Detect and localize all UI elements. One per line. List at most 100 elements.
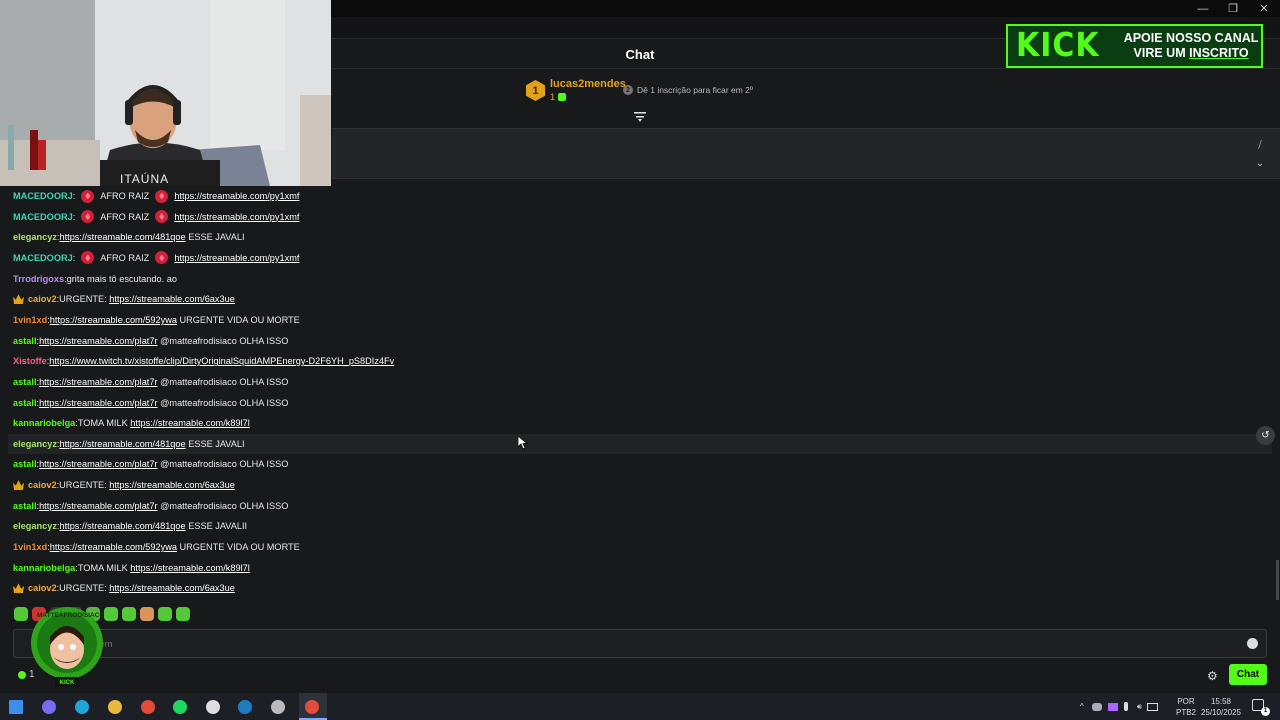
crown-badge-icon (13, 294, 24, 305)
chat-message: astall: https://streamable.com/plat7r @m… (8, 331, 1272, 351)
github-icon[interactable] (203, 697, 223, 717)
message-username[interactable]: astall (13, 372, 37, 392)
emote-icon[interactable] (176, 607, 190, 621)
message-username[interactable]: MACEDOORJ (13, 248, 73, 268)
chat-input-box (13, 629, 1267, 658)
copilot-icon[interactable] (39, 697, 59, 717)
chat-message: caiov2: URGENTE: https://streamable.com/… (8, 578, 1272, 598)
message-username[interactable]: Trrodrigoxs (13, 269, 64, 289)
message-username[interactable]: elegancyz (13, 516, 57, 536)
chat-message-input[interactable] (94, 636, 1194, 652)
discord-tray-icon[interactable] (1091, 702, 1102, 711)
chat-message: Trrodrigoxs: grita mais tô escutando. ao (8, 269, 1272, 289)
spotify-glyph (173, 700, 187, 714)
message-username[interactable]: kannariobelga (13, 558, 75, 578)
chrome-glyph (141, 700, 155, 714)
chat-message: elegancyz: https://streamable.com/481qoe… (8, 227, 1272, 247)
chrome-active-icon[interactable] (302, 697, 322, 717)
message-link[interactable]: https://streamable.com/plat7r (39, 372, 157, 392)
hide-pinned-icon[interactable]: ⧸ (1254, 137, 1266, 155)
message-link[interactable]: https://streamable.com/k89l7l (130, 413, 250, 433)
obs-icon[interactable] (268, 697, 288, 717)
webcam-feed-image (0, 0, 331, 186)
steam-icon[interactable] (235, 697, 255, 717)
message-username[interactable]: elegancyz (13, 227, 57, 247)
microphone-tray-icon[interactable] (1123, 702, 1128, 711)
message-link[interactable]: https://streamable.com/592ywa (50, 310, 177, 330)
emote-icon[interactable] (122, 607, 136, 621)
banner-line-2-emphasis: INSCRITO (1189, 46, 1249, 60)
minimize-icon[interactable]: — (1188, 0, 1218, 17)
chat-message: elegancyz: https://streamable.com/481qoe… (8, 516, 1272, 536)
pinned-controls: ⧸ ⌄ (1254, 137, 1266, 173)
message-link[interactable]: https://streamable.com/6ax3ue (109, 475, 235, 495)
emote-icon[interactable] (104, 607, 118, 621)
spotify-icon[interactable] (170, 697, 190, 717)
message-username[interactable]: elegancyz (13, 434, 57, 454)
message-username[interactable]: caiov2 (28, 578, 57, 598)
edge-icon[interactable] (72, 697, 92, 717)
message-link[interactable]: https://streamable.com/plat7r (39, 393, 157, 413)
message-username[interactable]: MACEDOORJ (13, 207, 73, 227)
message-link[interactable]: https://streamable.com/592ywa (50, 537, 177, 557)
channel-points[interactable]: 1 (18, 669, 35, 680)
emoji-picker-icon[interactable] (1247, 638, 1258, 649)
chat-message: elegancyz: https://streamable.com/481qoe… (8, 433, 1272, 454)
file-explorer-icon[interactable] (105, 697, 125, 717)
scrollbar[interactable] (1276, 560, 1279, 600)
message-link[interactable]: https://streamable.com/6ax3ue (109, 578, 235, 598)
message-link[interactable]: https://streamable.com/6ax3ue (109, 289, 235, 309)
message-username[interactable]: astall (13, 331, 37, 351)
settings-gear-icon[interactable]: ⚙ (1207, 670, 1219, 682)
banner-text: APOIE NOSSO CANAL VIRE UM INSCRITO (1124, 31, 1259, 61)
message-text: @matteafrodisiaco OLHA ISSO (157, 376, 289, 387)
emote-icon[interactable] (14, 607, 28, 621)
message-link[interactable]: https://streamable.com/k89l7l (130, 558, 250, 578)
chat-message: 1vin1xd: https://streamable.com/592ywa U… (8, 310, 1272, 330)
notification-badge: 1 (1261, 707, 1270, 716)
close-icon[interactable]: ✕ (1249, 0, 1279, 17)
message-link[interactable]: https://streamable.com/481qoe (59, 434, 185, 454)
message-link[interactable]: https://www.twitch.tv/xistoffe/clip/Dirt… (49, 351, 394, 371)
send-chat-button[interactable]: Chat (1229, 664, 1267, 685)
message-username[interactable]: Xistoffe (13, 351, 47, 371)
obs-glyph (271, 700, 285, 714)
chrome-icon[interactable] (138, 697, 158, 717)
expand-pinned-icon[interactable]: ⌄ (1254, 155, 1266, 173)
restore-icon[interactable]: ❐ (1218, 0, 1248, 17)
message-username[interactable]: astall (13, 454, 37, 474)
clock[interactable]: 15:58 25/10/2025 (1196, 696, 1246, 718)
message-username[interactable]: caiov2 (28, 289, 57, 309)
message-link[interactable]: https://streamable.com/py1xmf (174, 186, 299, 206)
emote-icon[interactable] (140, 607, 154, 621)
message-username[interactable]: kannariobelga (13, 413, 75, 433)
message-link[interactable]: https://streamable.com/481qoe (59, 516, 185, 536)
chat-message: kannariobelga: TOMA MILK https://streama… (8, 558, 1272, 578)
message-username[interactable]: caiov2 (28, 475, 57, 495)
leaderboard-username[interactable]: lucas2mendes (550, 78, 626, 90)
message-username[interactable]: astall (13, 496, 37, 516)
gem-emote-icon (81, 189, 95, 203)
message-link[interactable]: https://streamable.com/plat7r (39, 331, 157, 351)
message-link[interactable]: https://streamable.com/plat7r (39, 496, 157, 516)
scroll-resume-button[interactable]: ↺ (1256, 426, 1275, 445)
message-link[interactable]: https://streamable.com/481qoe (59, 227, 185, 247)
message-username[interactable]: astall (13, 393, 37, 413)
start-icon[interactable] (6, 697, 26, 717)
message-text: URGENTE: (59, 583, 110, 594)
message-link[interactable]: https://streamable.com/py1xmf (174, 248, 299, 268)
message-link[interactable]: https://streamable.com/plat7r (39, 454, 157, 474)
emote-icon[interactable] (158, 607, 172, 621)
network-tray-icon[interactable] (1146, 702, 1158, 711)
pen-tray-icon[interactable] (1107, 702, 1118, 711)
tray-overflow-icon[interactable]: ^ (1080, 702, 1084, 711)
clock-time: 15:58 (1210, 697, 1232, 706)
volume-tray-icon[interactable]: 🔊︎ (1137, 702, 1142, 712)
filter-icon[interactable] (634, 112, 646, 122)
message-username[interactable]: 1vin1xd (13, 310, 47, 330)
gem-emote-icon (81, 251, 95, 265)
message-link[interactable]: https://streamable.com/py1xmf (174, 207, 299, 227)
message-username[interactable]: MACEDOORJ (13, 186, 73, 206)
message-username[interactable]: 1vin1xd (13, 537, 47, 557)
banner-line-2: VIRE UM INSCRITO (1124, 46, 1259, 61)
